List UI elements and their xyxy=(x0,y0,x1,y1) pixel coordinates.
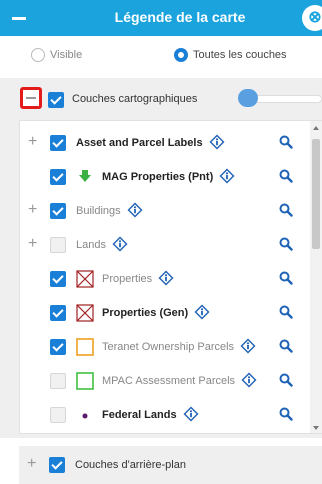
polygon-outline-green-icon xyxy=(76,372,94,390)
background-layers-checkbox[interactable] xyxy=(49,457,65,473)
radio-all-layers-dot[interactable] xyxy=(174,48,188,62)
layer-checkbox[interactable] xyxy=(50,271,66,287)
layer-label: Buildings xyxy=(76,205,121,217)
map-layers-panel: Couches cartographiques + Asset and Parce… xyxy=(0,78,322,438)
layer-info-icon[interactable] xyxy=(127,202,143,218)
layer-info-icon[interactable] xyxy=(209,134,225,150)
layer-row: MAG Properties (Pnt) xyxy=(20,160,310,194)
layer-list: + Asset and Parcel Labels MAG Properties (… xyxy=(19,120,322,434)
layer-checkbox[interactable] xyxy=(50,305,66,321)
expand-layer-icon[interactable]: + xyxy=(28,236,37,252)
scrollbar-thumb[interactable] xyxy=(312,139,320,249)
layer-info-icon[interactable] xyxy=(240,338,256,354)
layer-row: + Buildings xyxy=(20,194,310,228)
layer-checkbox[interactable] xyxy=(50,339,66,355)
layer-label: Properties (Gen) xyxy=(102,307,189,319)
layer-label: MAG Properties (Pnt) xyxy=(102,171,214,183)
layer-checkbox[interactable] xyxy=(50,373,66,389)
layer-info-icon[interactable] xyxy=(112,236,128,252)
layer-info-icon[interactable] xyxy=(194,304,210,320)
opacity-slider-knob[interactable] xyxy=(238,89,258,107)
layer-checkbox[interactable] xyxy=(50,169,66,185)
zoom-to-layer-icon[interactable] xyxy=(279,407,293,421)
layer-label: MPAC Assessment Parcels xyxy=(102,375,236,387)
layer-info-icon[interactable] xyxy=(183,406,199,422)
expand-background-icon[interactable]: + xyxy=(27,456,36,472)
expand-layer-icon[interactable]: + xyxy=(28,202,37,218)
scroll-up-arrow[interactable] xyxy=(313,126,319,130)
visibility-filter: Visible Toutes les couches xyxy=(0,36,322,76)
layer-info-icon[interactable] xyxy=(219,168,235,184)
collapse-group-button[interactable] xyxy=(20,87,42,109)
layer-label: Properties xyxy=(102,273,153,285)
polygon-outline-orange-icon xyxy=(76,338,94,356)
zoom-to-layer-icon[interactable] xyxy=(279,339,293,353)
close-icon[interactable]: ⊗ xyxy=(302,5,322,31)
layer-checkbox[interactable] xyxy=(50,237,66,253)
layer-row: + Asset and Parcel Labels xyxy=(20,126,310,160)
layer-info-icon[interactable] xyxy=(158,270,174,286)
zoom-to-layer-icon[interactable] xyxy=(279,305,293,319)
expand-layer-icon[interactable]: + xyxy=(28,134,37,150)
minimize-icon[interactable] xyxy=(12,11,26,25)
background-layers-label: Couches d'arrière-plan xyxy=(75,459,186,471)
map-layers-checkbox[interactable] xyxy=(48,92,64,108)
radio-all-layers[interactable]: Toutes les couches xyxy=(174,48,287,62)
zoom-to-layer-icon[interactable] xyxy=(279,203,293,217)
layer-row: MPAC Assessment Parcels xyxy=(20,364,310,398)
zoom-to-layer-icon[interactable] xyxy=(279,271,293,285)
layer-label: Federal Lands xyxy=(102,409,177,421)
map-layers-group-row: Couches cartographiques xyxy=(0,78,322,120)
map-layers-label: Couches cartographiques xyxy=(72,93,198,105)
radio-visible[interactable]: Visible xyxy=(31,48,82,62)
background-layers-group-row: + Couches d'arrière-plan xyxy=(19,446,322,484)
radio-all-layers-label: Toutes les couches xyxy=(193,49,287,61)
layer-info-icon[interactable] xyxy=(241,372,257,388)
layer-checkbox[interactable] xyxy=(50,407,66,423)
layer-row: Federal Lands xyxy=(20,398,310,432)
zoom-to-layer-icon[interactable] xyxy=(279,373,293,387)
layer-row: Properties xyxy=(20,262,310,296)
legend-title: Légende de la carte xyxy=(114,9,246,25)
polygon-cross-symbol-icon xyxy=(76,270,94,288)
zoom-to-layer-icon[interactable] xyxy=(279,237,293,251)
radio-visible-label: Visible xyxy=(50,49,83,61)
scroll-down-arrow[interactable] xyxy=(313,426,319,430)
legend-header: Légende de la carte ⊗ xyxy=(0,0,322,36)
point-marker-icon xyxy=(76,168,94,186)
zoom-to-layer-icon[interactable] xyxy=(279,135,293,149)
layer-row: Teranet Ownership Parcels xyxy=(20,330,310,364)
layer-checkbox[interactable] xyxy=(50,135,66,151)
opacity-slider[interactable] xyxy=(238,89,322,107)
layer-list-scrollbar[interactable] xyxy=(310,121,322,433)
zoom-to-layer-icon[interactable] xyxy=(279,169,293,183)
layer-row: Properties (Gen) xyxy=(20,296,310,330)
polygon-cross-symbol-icon xyxy=(76,304,94,322)
radio-visible-dot[interactable] xyxy=(31,48,45,62)
layer-row: + Lands xyxy=(20,228,310,262)
layer-label: Lands xyxy=(76,239,106,251)
layer-label: Teranet Ownership Parcels xyxy=(102,341,235,353)
point-dot-symbol-icon xyxy=(76,406,94,424)
layer-checkbox[interactable] xyxy=(50,203,66,219)
layer-label: Asset and Parcel Labels xyxy=(76,137,203,149)
